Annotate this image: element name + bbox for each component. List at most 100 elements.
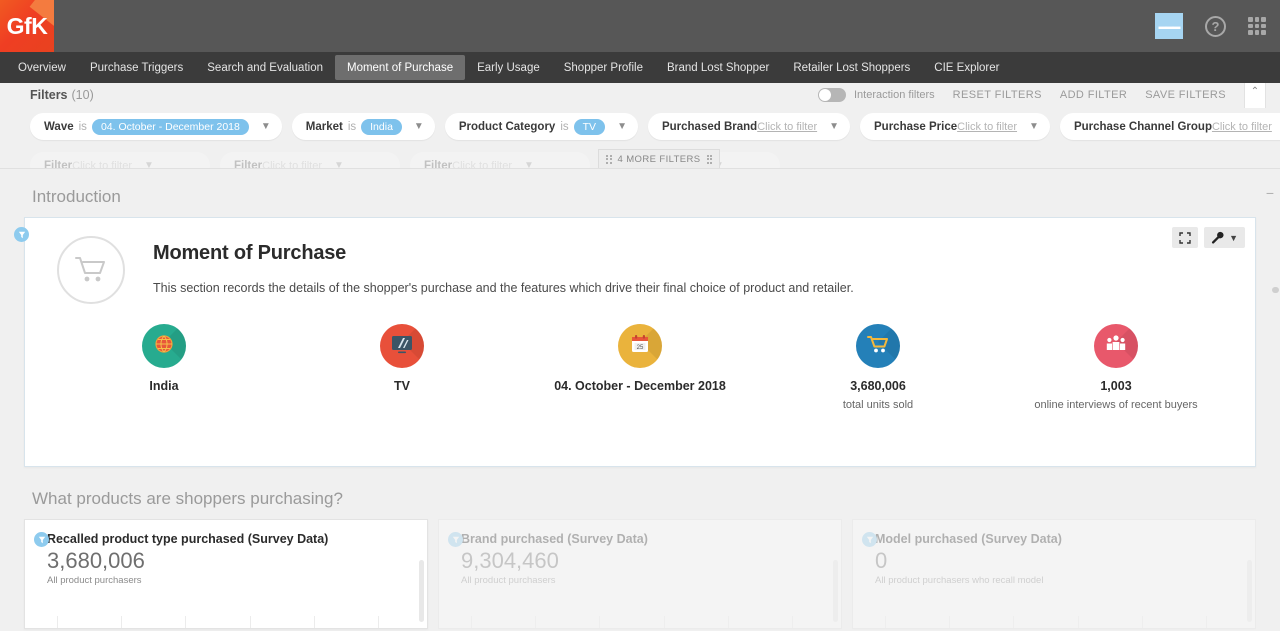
- save-filters-button[interactable]: SAVE FILTERS: [1145, 89, 1226, 101]
- chart-gridlines: [439, 608, 825, 628]
- card-scrollbar[interactable]: [1247, 560, 1252, 622]
- people-icon: [1094, 324, 1138, 368]
- card-filter-badge-icon[interactable]: [862, 532, 877, 547]
- chevron-down-icon[interactable]: ▼: [334, 160, 349, 168]
- kpi-globe: India: [45, 324, 283, 411]
- filter-chip-market[interactable]: Market is India ▼: [291, 113, 435, 140]
- logo-text: GfK: [6, 12, 48, 39]
- chevron-down-icon[interactable]: ▼: [414, 121, 429, 132]
- dashboard-content: Introduction − ▼ Moment of Purchase This…: [0, 169, 1280, 631]
- kpi-label: TV: [394, 379, 410, 393]
- filter-chip-hidden[interactable]: Filter Click to filter ▼: [220, 152, 400, 169]
- top-bar-actions: ▬▬▬ ?: [1155, 13, 1280, 39]
- gfk-logo[interactable]: GfK: [0, 0, 54, 52]
- chevron-down-icon[interactable]: ▼: [829, 121, 844, 132]
- filter-chip-row-1: Wave is 04. October - December 2018 ▼ Mark…: [0, 107, 1280, 140]
- nav-item-label: Shopper Profile: [563, 61, 644, 74]
- nav-item-label: Purchase Triggers: [89, 61, 184, 74]
- chevron-down-icon[interactable]: ▼: [524, 160, 539, 168]
- filter-chip-product-category[interactable]: Product Category is TV ▼: [444, 113, 638, 140]
- chip-is: is: [560, 120, 569, 133]
- cart-icon: [856, 324, 900, 368]
- nav-item-label: Retailer Lost Shoppers: [793, 61, 911, 74]
- filter-actions: Interaction filters RESET FILTERS ADD FI…: [817, 83, 1272, 108]
- kpi-label: 04. October - December 2018: [554, 379, 726, 393]
- nav-item-label: Overview: [18, 61, 66, 74]
- collapse-filters-button[interactable]: ⌃: [1244, 83, 1266, 108]
- filter-chip-hidden[interactable]: Filter Click to filter ▼: [30, 152, 210, 168]
- chip-name: Product Category: [458, 120, 556, 133]
- globe-icon: [142, 324, 186, 368]
- card-scrollbar[interactable]: [419, 560, 424, 622]
- nav-item-shopper-profile[interactable]: Shopper Profile: [552, 52, 655, 83]
- nav-item-label: Moment of Purchase: [346, 61, 454, 74]
- filter-panel: Filters (10) Interaction filters RESET F…: [0, 83, 1280, 169]
- product-card-value: 9,304,460: [461, 548, 559, 573]
- product-card[interactable]: Recalled product type purchased (Survey …: [24, 519, 428, 629]
- interaction-filters-toggle[interactable]: [817, 88, 846, 102]
- filter-chip-hidden[interactable]: Filter Click to filter ▼: [410, 152, 590, 169]
- reset-filters-button[interactable]: RESET FILTERS: [953, 89, 1042, 101]
- content-scrollbar[interactable]: [1272, 169, 1279, 631]
- wrench-icon[interactable]: ▼: [1204, 227, 1245, 248]
- nav-item-brand-lost-shopper[interactable]: Brand Lost Shopper: [655, 52, 781, 83]
- kpi-label: 1,003: [1100, 379, 1132, 393]
- chip-name: Wave: [44, 120, 74, 133]
- kpi-label: India: [149, 379, 179, 393]
- card-description: This section records the details of the …: [153, 281, 854, 295]
- product-card-title: Brand purchased (Survey Data): [461, 532, 648, 546]
- product-card-sublabel: All product purchasers who recall model: [875, 575, 1044, 586]
- chip-value: TV: [573, 118, 606, 135]
- card-scrollbar[interactable]: [833, 560, 838, 622]
- product-card-sublabel: All product purchasers: [461, 575, 556, 586]
- nav-item-overview[interactable]: Overview: [6, 52, 78, 83]
- product-card[interactable]: Brand purchased (Survey Data) 9,304,460 …: [438, 519, 842, 629]
- card-filter-badge-icon[interactable]: [34, 532, 49, 547]
- nav-item-moment-of-purchase[interactable]: Moment of Purchase: [334, 55, 466, 80]
- tv-icon: [380, 324, 424, 368]
- nav-item-search-and-evaluation[interactable]: Search and Evaluation: [195, 52, 335, 83]
- card-filter-badge-icon[interactable]: [14, 227, 29, 242]
- kpi-calendar: 25 04. October - December 2018: [521, 324, 759, 411]
- chip-name: Filter: [424, 159, 453, 169]
- filters-label: Filters: [30, 88, 68, 102]
- chevron-down-icon[interactable]: ▼: [1029, 121, 1044, 132]
- card-filter-badge-icon[interactable]: [448, 532, 463, 547]
- expand-icon[interactable]: [1172, 227, 1199, 248]
- nav-item-cie-explorer[interactable]: CIE Explorer: [922, 52, 1011, 83]
- filter-chip-purchase-price[interactable]: Purchase Price Click to filter ▼: [860, 113, 1050, 140]
- chip-name: Purchase Price: [874, 120, 958, 133]
- filter-chip-purchased-brand[interactable]: Purchased Brand Click to filter ▼: [647, 113, 851, 140]
- nav-item-label: Search and Evaluation: [207, 61, 323, 74]
- filter-panel-header: Filters (10) Interaction filters RESET F…: [0, 83, 1280, 108]
- kpi-people: 1,003 online interviews of recent buyers: [997, 324, 1235, 411]
- introduction-texts: Moment of Purchase This section records …: [125, 236, 854, 304]
- filter-chip-purchase-channel-group[interactable]: Purchase Channel GroupClick to filter ▼: [1059, 113, 1280, 140]
- chevron-down-icon[interactable]: ▼: [261, 121, 276, 132]
- apps-grid-icon[interactable]: [1248, 17, 1266, 35]
- nav-item-early-usage[interactable]: Early Usage: [465, 52, 552, 83]
- filter-chip-wave[interactable]: Wave is 04. October - December 2018 ▼: [30, 113, 282, 140]
- chip-name: Purchased Brand: [661, 120, 758, 133]
- chevron-down-icon[interactable]: ▼: [617, 121, 632, 132]
- nav-item-purchase-triggers[interactable]: Purchase Triggers: [78, 52, 195, 83]
- grip-dots-right-icon: [706, 154, 713, 164]
- nav-item-retailer-lost-shoppers[interactable]: Retailer Lost Shoppers: [781, 52, 922, 83]
- selection-icon[interactable]: ▬▬▬: [1155, 13, 1183, 39]
- add-filter-button[interactable]: ADD FILTER: [1060, 89, 1127, 101]
- top-bar: GfK ▬▬▬ ?: [0, 0, 1280, 52]
- more-filters-button[interactable]: 4 MORE FILTERS: [598, 149, 721, 168]
- nav-item-label: Early Usage: [477, 61, 540, 74]
- product-card[interactable]: Model purchased (Survey Data) 0 All prod…: [852, 519, 1256, 629]
- chip-placeholder: Click to filter: [262, 159, 323, 169]
- chip-placeholder: Click to filter: [1211, 120, 1272, 133]
- help-icon[interactable]: ?: [1205, 15, 1226, 37]
- product-card-value: 0: [875, 548, 888, 573]
- chip-name: Purchase Channel Group: [1073, 120, 1212, 133]
- main-navigation: Overview Purchase Triggers Search and Eval…: [0, 52, 1280, 83]
- chip-placeholder: Click to filter: [452, 159, 513, 169]
- chip-name: Filter: [234, 159, 263, 169]
- chart-gridlines: [25, 608, 411, 628]
- interaction-filters-label: Interaction filters: [853, 89, 935, 101]
- chevron-down-icon[interactable]: ▼: [144, 160, 159, 168]
